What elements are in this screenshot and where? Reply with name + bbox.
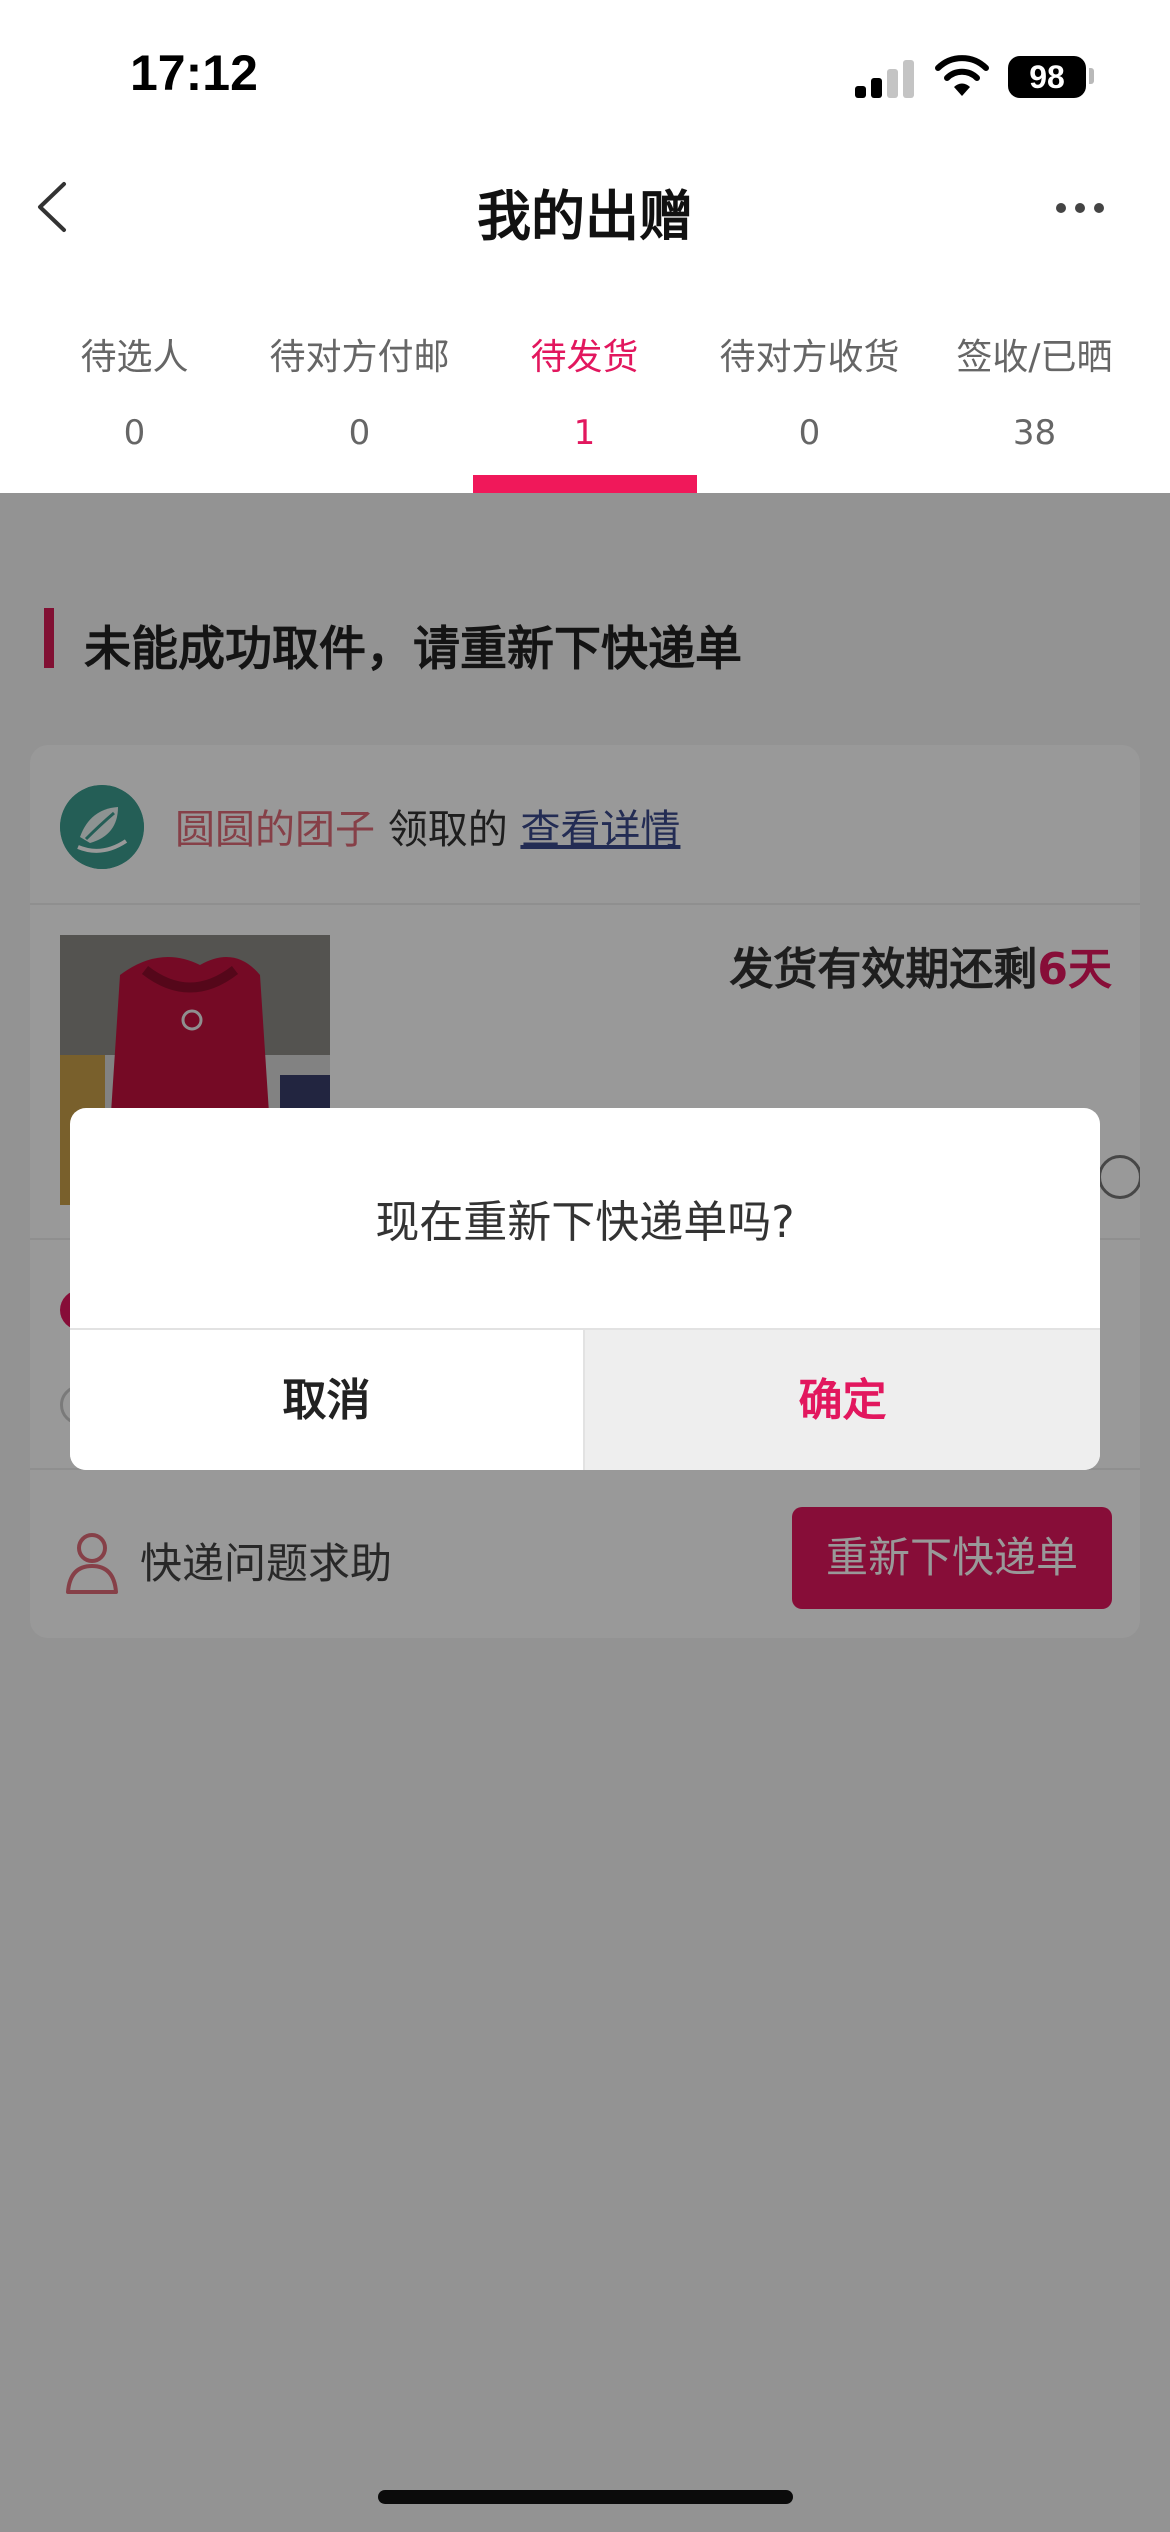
tab-pending-postage[interactable]: 待对方付邮 0 <box>247 265 472 493</box>
nav-bar: 我的出赠 <box>0 150 1170 265</box>
tab-signed-shared[interactable]: 签收/已晒 38 <box>922 265 1147 493</box>
tab-count: 1 <box>573 413 596 453</box>
battery-indicator: 98 <box>1008 56 1086 98</box>
tab-pending-receipt[interactable]: 待对方收货 0 <box>697 265 922 493</box>
tab-count: 0 <box>348 413 371 453</box>
home-indicator[interactable] <box>378 2490 793 2504</box>
tab-count: 0 <box>798 413 821 453</box>
cancel-button[interactable]: 取消 <box>70 1330 585 1470</box>
tab-label: 签收/已晒 <box>956 337 1113 378</box>
modal-overlay[interactable] <box>0 493 1170 2532</box>
tab-label: 待发货 <box>530 337 639 378</box>
tab-pending-select[interactable]: 待选人 0 <box>22 265 247 493</box>
tab-label: 待选人 <box>80 337 189 378</box>
confirm-button[interactable]: 确定 <box>585 1330 1100 1470</box>
status-bar: 17:12 98 <box>0 0 1170 150</box>
dialog-message: 现在重新下快递单吗? <box>375 1197 795 1248</box>
tab-count: 38 <box>1012 413 1057 453</box>
page-title: 我的出赠 <box>477 185 693 248</box>
cellular-signal-icon <box>855 58 915 98</box>
tab-pending-shipment[interactable]: 待发货 1 <box>472 265 697 493</box>
dialog-buttons: 取消 确定 <box>70 1328 1100 1470</box>
more-options-icon[interactable] <box>1050 200 1110 216</box>
tab-label: 待对方收货 <box>719 337 900 378</box>
tab-label: 待对方付邮 <box>269 337 450 378</box>
wifi-icon <box>935 55 989 96</box>
confirm-dialog: 现在重新下快递单吗? 取消 确定 <box>70 1108 1100 1470</box>
tab-count: 0 <box>123 413 146 453</box>
status-time: 17:12 <box>130 45 258 101</box>
battery-tip-icon <box>1089 68 1094 84</box>
status-tabs: 待选人 0 待对方付邮 0 待发货 1 待对方收货 0 签收/已晒 38 <box>0 265 1170 493</box>
active-tab-indicator <box>473 475 697 493</box>
